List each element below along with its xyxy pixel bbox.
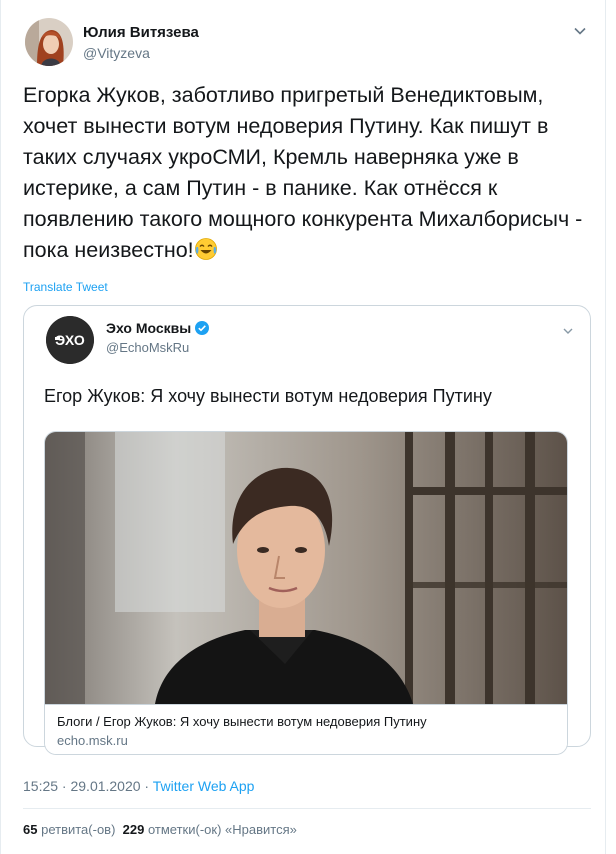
quoted-author-name[interactable]: Эхо Москвы xyxy=(106,320,210,336)
tweet-stats: 65 ретвита(-ов) 229 отметки(-ок) «Нравит… xyxy=(23,822,297,837)
tweet-timestamp[interactable]: 15:25 · 29.01.2020 · xyxy=(23,778,149,794)
divider xyxy=(23,808,591,809)
link-card[interactable]: Блоги / Егор Жуков: Я хочу вынести вотум… xyxy=(44,431,568,755)
retweets-stat[interactable]: 65 ретвита(-ов) xyxy=(23,822,115,837)
quoted-author-name-text: Эхо Москвы xyxy=(106,320,192,336)
author-avatar[interactable] xyxy=(25,18,73,66)
tweet-text: Егорка Жуков, заботливо пригретый Венеди… xyxy=(23,80,593,266)
link-domain: echo.msk.ru xyxy=(57,733,128,748)
face-with-tears-of-joy-icon xyxy=(194,237,218,261)
quoted-author-handle[interactable]: @EchoMskRu xyxy=(106,340,189,355)
tweet-text-content: Егорка Жуков, заботливо пригретый Венеди… xyxy=(23,83,583,262)
translate-tweet-link[interactable]: Translate Tweet xyxy=(23,280,108,294)
quoted-tweet[interactable]: ЭХО Эхо Москвы @EchoMskRu Егор Жуков: Я … xyxy=(23,305,591,755)
tweet-card: Юлия Витязева @Vityzeva Егорка Жуков, за… xyxy=(0,0,606,854)
chevron-down-icon[interactable] xyxy=(562,324,574,336)
link-title: Блоги / Егор Жуков: Я хочу вынести вотум… xyxy=(57,714,427,729)
likes-count: 229 xyxy=(122,822,145,837)
quoted-author-avatar[interactable]: ЭХО xyxy=(46,316,94,364)
retweets-label: ретвита(-ов) xyxy=(41,822,116,837)
likes-stat[interactable]: 229 отметки(-ок) «Нравится» xyxy=(123,822,297,837)
quoted-tweet-text: Егор Жуков: Я хочу вынести вотум недовер… xyxy=(44,386,492,406)
retweets-count: 65 xyxy=(23,822,38,837)
author-handle[interactable]: @Vityzeva xyxy=(83,45,150,61)
author-name[interactable]: Юлия Витязева xyxy=(83,24,199,41)
likes-label: отметки(-ок) «Нравится» xyxy=(147,822,297,837)
tweet-meta: 15:25 · 29.01.2020 · Twitter Web App xyxy=(23,778,254,794)
tweet-client[interactable]: Twitter Web App xyxy=(153,778,255,794)
link-preview[interactable]: Блоги / Егор Жуков: Я хочу вынести вотум… xyxy=(45,704,567,754)
verified-badge-icon xyxy=(195,321,210,335)
chevron-down-icon[interactable] xyxy=(573,24,587,38)
article-photo xyxy=(45,432,567,704)
